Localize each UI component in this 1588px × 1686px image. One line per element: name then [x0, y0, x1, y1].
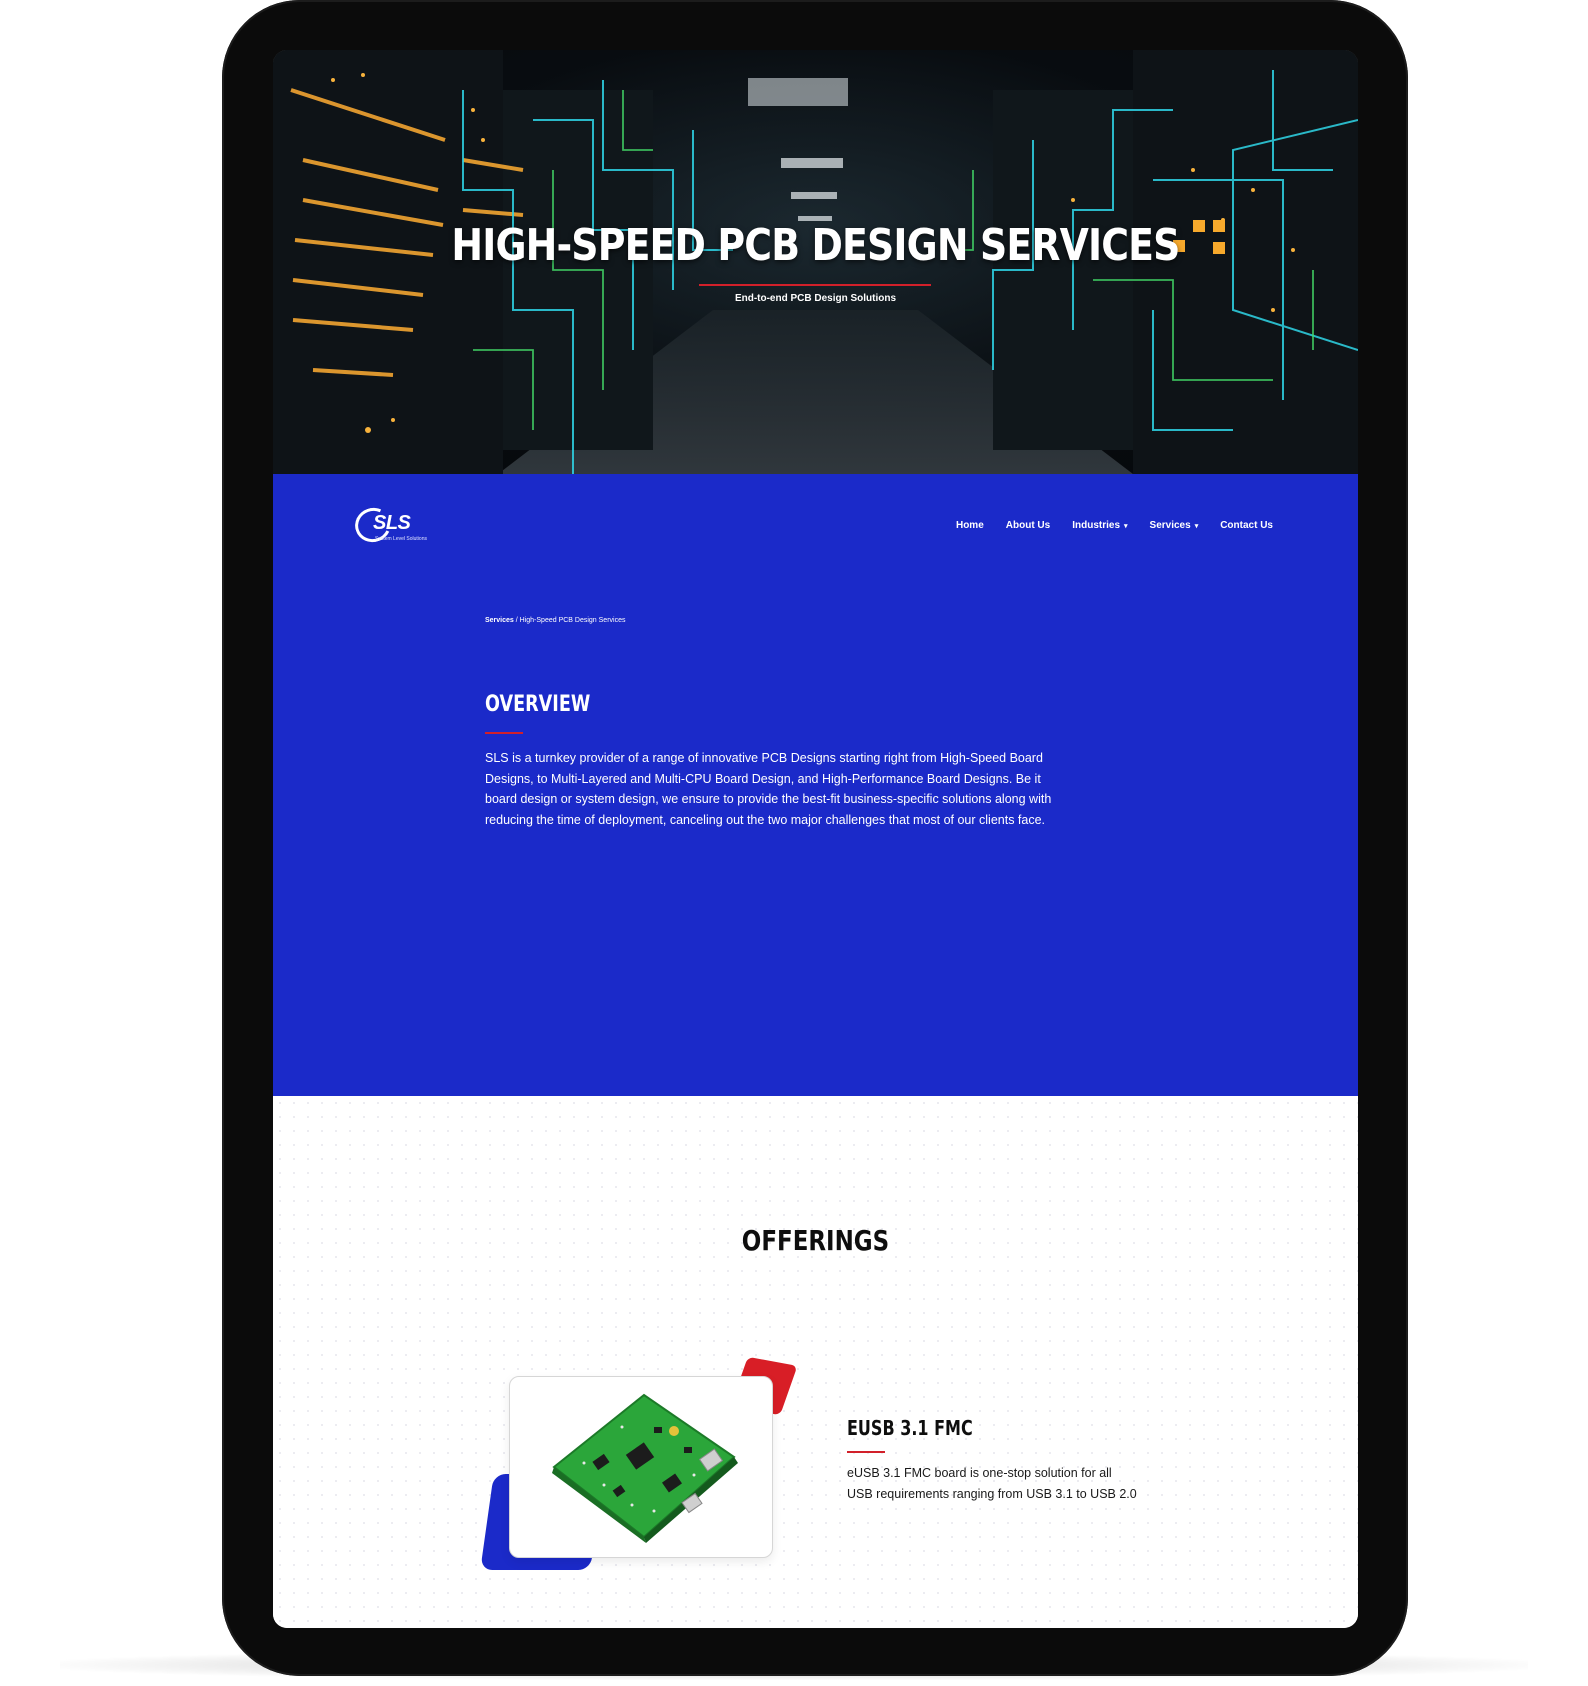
- hero-title-underline: [699, 284, 931, 286]
- nav-contact-us[interactable]: Contact Us: [1220, 520, 1273, 531]
- nav-about-us[interactable]: About Us: [1006, 520, 1050, 531]
- product-title[interactable]: EUSB 3.1 FMC: [847, 1416, 973, 1440]
- offerings-heading: OFFERINGS: [741, 1224, 890, 1257]
- offerings-section: OFFERINGS EUSB 3.1 FMC eUSB 3.1 FMC boar…: [273, 1096, 1358, 1628]
- chevron-down-icon: ▾: [1124, 522, 1128, 530]
- nav-about-us-label: About Us: [1005, 520, 1051, 531]
- product-title-underline: [847, 1451, 885, 1453]
- breadcrumb-services-link[interactable]: Services: [485, 617, 514, 624]
- hero-title: HIGH-SPEED PCB DESIGN SERVICES: [451, 220, 1180, 271]
- hero-subtitle: End-to-end PCB Design Solutions: [734, 293, 897, 304]
- nav-services[interactable]: Services ▾: [1150, 520, 1199, 531]
- nav-home[interactable]: Home: [956, 520, 984, 531]
- logo-tagline: System Level Solutions: [375, 536, 427, 542]
- product-image-card[interactable]: [509, 1376, 773, 1558]
- overview-underline: [485, 732, 523, 734]
- main-nav: Home About Us Industries ▾ Services ▾ Co…: [956, 520, 1273, 531]
- hero-banner: HIGH-SPEED PCB DESIGN SERVICES End-to-en…: [273, 50, 1358, 474]
- breadcrumb: Services / High-Speed PCB Design Service…: [485, 617, 625, 624]
- chevron-down-icon: ▾: [1194, 522, 1199, 530]
- breadcrumb-current: High-Speed PCB Design Services: [519, 617, 626, 624]
- overview-section: SLS System Level Solutions Home About Us…: [273, 474, 1358, 1096]
- nav-industries-label: Industries: [1072, 520, 1121, 531]
- sls-logo[interactable]: SLS System Level Solutions: [350, 502, 431, 548]
- nav-contact-us-label: Contact Us: [1220, 520, 1273, 531]
- overview-heading: OVERVIEW: [485, 692, 591, 717]
- tablet-screen: HIGH-SPEED PCB DESIGN SERVICES End-to-en…: [273, 50, 1358, 1628]
- product-description: eUSB 3.1 FMC board is one-stop solution …: [847, 1466, 1137, 1501]
- nav-home-label: Home: [955, 520, 984, 531]
- nav-industries[interactable]: Industries ▾: [1072, 520, 1127, 531]
- nav-services-label: Services: [1149, 520, 1191, 531]
- logo-text: SLS: [373, 512, 411, 534]
- overview-paragraph: SLS is a turnkey provider of a range of …: [485, 751, 1052, 827]
- pcb-board-image: [552, 1393, 738, 1543]
